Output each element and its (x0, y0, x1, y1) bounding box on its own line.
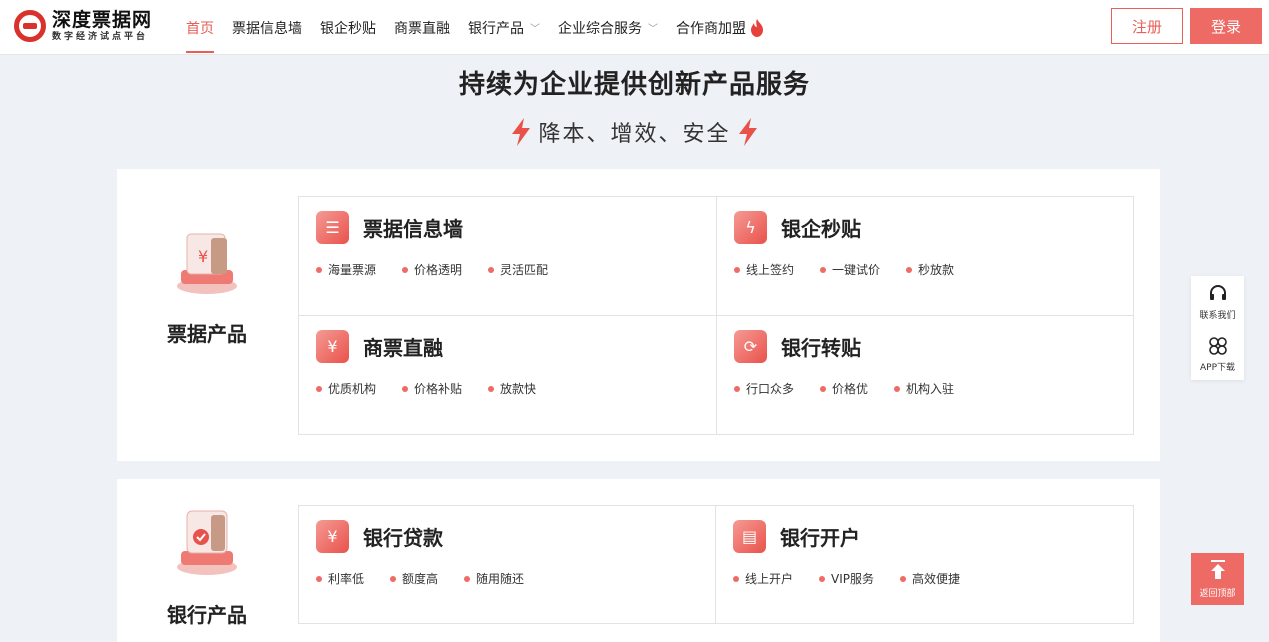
loan-icon: ¥ (316, 520, 349, 553)
account-icon: ▤ (733, 520, 766, 553)
main-nav: 首页 票据信息墙 银企秒贴 商票直融 银行产品 ﹀ 企业综合服务 ﹀ 合作商加盟 (186, 0, 782, 55)
category-bill-products: ¥ 票据产品 (117, 224, 297, 347)
product-card-bank-loan[interactable]: ¥ 银行贷款 利率低 额度高 随用随还 (299, 506, 716, 623)
logo-icon (14, 10, 46, 42)
back-to-top-button[interactable]: 返回顶部 (1191, 553, 1244, 605)
bank-products-grid: ¥ 银行贷款 利率低 额度高 随用随还 ▤ 银行开户 线上开户 VIP服务 高效… (298, 505, 1134, 624)
chevron-down-icon: ﹀ (648, 24, 658, 35)
nav-item-bill-wall[interactable]: 票据信息墙 (232, 0, 302, 55)
app-grid-icon (1208, 336, 1227, 355)
bank-products-panel: 银行产品 ¥ 银行贷款 利率低 额度高 随用随还 ▤ 银行开户 线上开户 VIP… (117, 479, 1160, 642)
lightning-icon: ϟ (734, 211, 767, 244)
nav-item-bank-products[interactable]: 银行产品 ﹀ (468, 0, 540, 55)
bill-products-grid: ☰ 票据信息墙 海量票源 价格透明 灵活匹配 ϟ 银企秒贴 线上签约 一键试价 … (298, 196, 1134, 435)
nav-item-partner-join[interactable]: 合作商加盟 (676, 0, 764, 55)
top-header: 深度票据网 数字经济试点平台 首页 票据信息墙 银企秒贴 商票直融 银行产品 ﹀ … (0, 0, 1269, 55)
bank-stack-icon (177, 510, 237, 575)
category-bank-products: 银行产品 (117, 505, 297, 628)
contact-us-button[interactable]: 联系我们 (1191, 276, 1244, 328)
product-card-quick-discount[interactable]: ϟ 银企秒贴 线上签约 一键试价 秒放款 (717, 197, 1134, 316)
nav-item-home[interactable]: 首页 (186, 0, 214, 55)
receipt-icon: ☰ (316, 211, 349, 244)
login-button[interactable]: 登录 (1190, 8, 1262, 44)
svg-text:¥: ¥ (198, 247, 208, 266)
fire-icon (751, 18, 763, 37)
nav-item-commercial-financing[interactable]: 商票直融 (394, 0, 450, 55)
product-card-commercial-financing[interactable]: ¥ 商票直融 优质机构 价格补贴 放款快 (299, 316, 717, 435)
exchange-icon: ⟳ (734, 330, 767, 363)
register-button[interactable]: 注册 (1111, 8, 1183, 44)
product-card-bill-wall[interactable]: ☰ 票据信息墙 海量票源 价格透明 灵活匹配 (299, 197, 717, 316)
nav-item-enterprise-services[interactable]: 企业综合服务 ﹀ (558, 0, 658, 55)
lightning-icon (512, 118, 531, 146)
floating-toolbar: 联系我们 APP下载 (1191, 276, 1244, 380)
brand-name: 深度票据网 (52, 8, 153, 31)
hero-title: 持续为企业提供创新产品服务 (458, 70, 810, 100)
chevron-down-icon: ﹀ (530, 24, 540, 35)
brand-slogan: 数字经济试点平台 (52, 31, 149, 42)
product-card-bank-account[interactable]: ▤ 银行开户 线上开户 VIP服务 高效便捷 (716, 506, 1133, 623)
app-download-button[interactable]: APP下载 (1191, 328, 1244, 380)
bill-stack-icon: ¥ (177, 233, 237, 294)
nav-item-quick-discount[interactable]: 银企秒贴 (320, 0, 376, 55)
arrow-up-icon (1210, 559, 1225, 579)
money-bag-icon: ¥ (316, 330, 349, 363)
product-card-bank-rediscount[interactable]: ⟳ 银行转贴 行口众多 价格优 机构入驻 (717, 316, 1134, 435)
bill-products-panel: ¥ 票据产品 ☰ 票据信息墙 海量票源 价格透明 灵活匹配 ϟ 银企秒贴 线上签… (117, 169, 1160, 461)
hero-subtitle: 降本、增效、安全 (0, 116, 1269, 148)
headset-icon (1209, 284, 1226, 300)
site-logo[interactable]: 深度票据网 数字经济试点平台 (14, 10, 152, 42)
lightning-icon (738, 118, 757, 146)
